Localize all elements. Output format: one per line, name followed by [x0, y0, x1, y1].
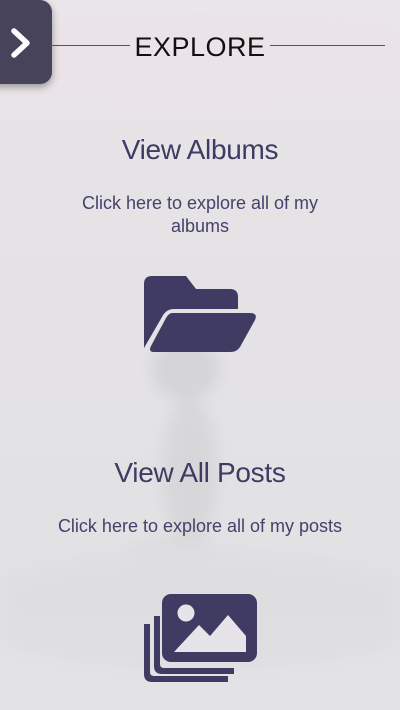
albums-heading[interactable]: View Albums: [0, 134, 400, 166]
header-divider-right: [270, 45, 385, 46]
folder-open-icon: [144, 276, 256, 352]
posts-description[interactable]: Click here to explore all of my posts: [55, 515, 345, 538]
view-posts-link[interactable]: View All Posts Click here to explore all…: [0, 457, 400, 538]
albums-description[interactable]: Click here to explore all of my albums: [55, 192, 345, 238]
page-header: EXPLORE: [0, 16, 400, 62]
view-albums-link[interactable]: View Albums Click here to explore all of…: [0, 134, 400, 238]
posts-heading[interactable]: View All Posts: [0, 457, 400, 489]
albums-icon-link[interactable]: [144, 276, 258, 359]
posts-icon-link[interactable]: [144, 594, 257, 687]
images-icon: [144, 594, 257, 682]
page-title: EXPLORE: [134, 32, 266, 62]
